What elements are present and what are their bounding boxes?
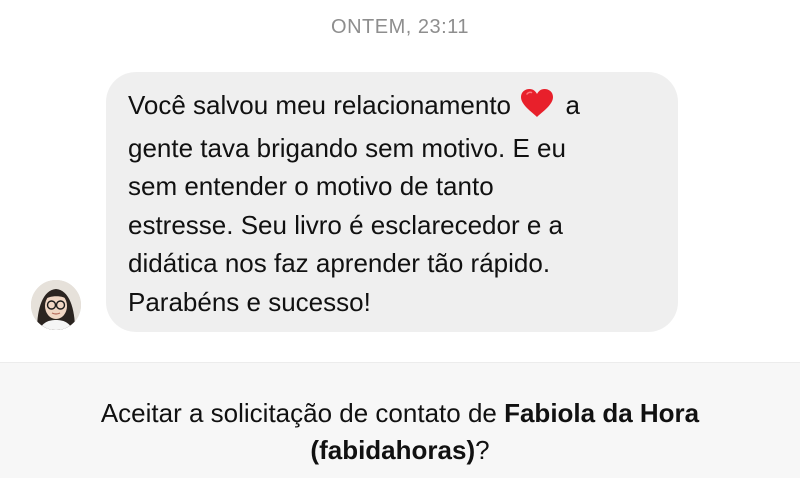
message-bubble[interactable]: Você salvou meu relacionamento a gente t… <box>106 72 678 332</box>
contact-request-bar: Aceitar a solicitação de contato de Fabi… <box>0 362 800 478</box>
message-line-4: estresse. Seu livro é esclarecedor e a <box>128 209 563 240</box>
message-text-part: a <box>565 90 580 120</box>
message-row: Você salvou meu relacionamento a gente t… <box>0 72 800 334</box>
message-line-2: gente tava brigando sem motivo. E eu <box>128 132 566 163</box>
request-prefix: Aceitar a solicitação de contato de <box>100 398 505 428</box>
user-avatar-photo-icon <box>31 280 81 330</box>
requester-username: (fabidahoras) <box>310 435 476 465</box>
message-line-6: Parabéns e sucesso! <box>128 286 371 317</box>
message-timestamp: ONTEM, 23:11 <box>331 16 469 38</box>
red-heart-icon <box>520 88 554 129</box>
request-suffix: ? <box>475 435 490 465</box>
chat-screen: ONTEM, 23:11 Você salvou meu relacioname… <box>0 0 800 478</box>
message-line-5: didática nos faz aprender tão rápido. <box>128 248 551 278</box>
message-line-1: Você salvou meu relacionamento a <box>128 86 658 129</box>
sender-avatar[interactable] <box>31 280 81 330</box>
contact-request-prompt[interactable]: Aceitar a solicitação de contato de Fabi… <box>0 395 800 469</box>
message-text-part: Você salvou meu relacionamento <box>128 90 512 120</box>
message-line-3: sem entender o motivo de tanto <box>128 171 494 201</box>
requester-name: Fabiola da Hora <box>504 398 700 428</box>
